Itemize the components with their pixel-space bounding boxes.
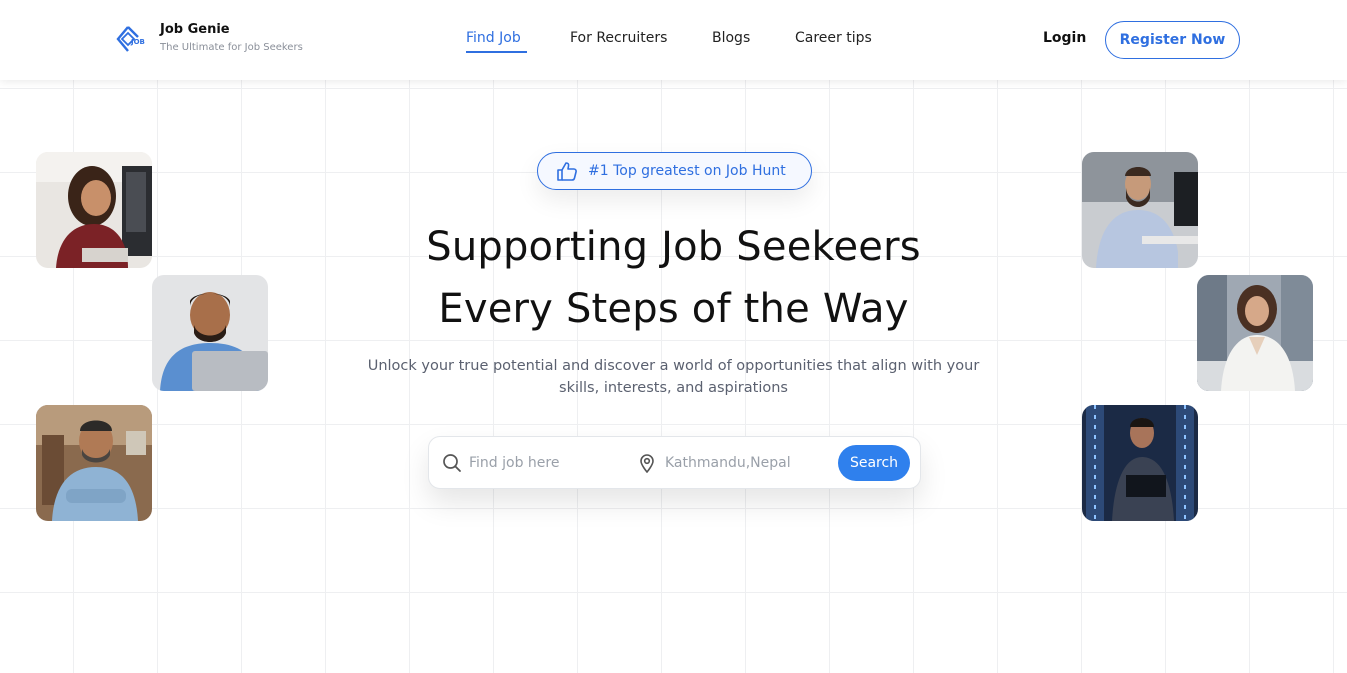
nav-find-job[interactable]: Find Job: [466, 30, 521, 46]
woman-white-blazer-photo: [1197, 275, 1313, 391]
nav-for-recruiters[interactable]: For Recruiters: [570, 30, 667, 46]
register-now-button[interactable]: Register Now: [1105, 21, 1240, 59]
search-button[interactable]: Search: [838, 445, 910, 481]
top-header: JOB Job Genie The Ultimate for Job Seeke…: [0, 0, 1347, 80]
man-arms-crossed-photo: [36, 405, 152, 521]
nav-active-underline: [466, 51, 527, 53]
location-pin-icon: [640, 454, 654, 473]
hero-subtext: Unlock your true potential and discover …: [367, 358, 980, 396]
nav-career-tips[interactable]: Career tips: [795, 30, 872, 46]
woman-headset-photo: [36, 152, 152, 268]
brand-tagline: The Ultimate for Job Seekers: [160, 42, 303, 53]
job-genie-logo-icon[interactable]: JOB: [116, 25, 146, 53]
brand-name: Job Genie: [160, 22, 230, 37]
login-link[interactable]: Login: [1043, 30, 1086, 46]
search-icon: [443, 454, 461, 472]
location-input[interactable]: [665, 451, 825, 475]
badge-text: #1 Top greatest on Job Hunt: [588, 163, 786, 179]
man-laptop-photo: [152, 275, 268, 391]
thumbs-up-icon: [557, 162, 577, 181]
man-desk-photo: [1082, 152, 1198, 268]
top-hunt-badge: #1 Top greatest on Job Hunt: [537, 152, 812, 190]
man-server-room-photo: [1082, 405, 1198, 521]
job-search-input[interactable]: [469, 451, 619, 475]
svg-text:JOB: JOB: [130, 38, 145, 46]
nav-blogs[interactable]: Blogs: [712, 30, 750, 46]
job-search-bar: Search: [428, 436, 921, 489]
